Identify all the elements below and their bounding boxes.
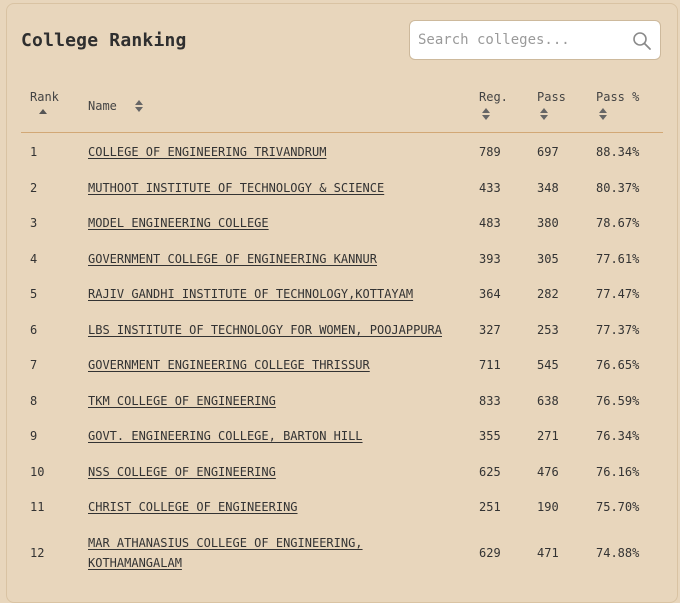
reg-cell: 625	[479, 465, 501, 479]
ranking-panel: College Ranking Rank Name Reg.	[6, 3, 678, 603]
name-cell: MODEL ENGINEERING COLLEGE	[88, 213, 468, 233]
sort-ascending-icon	[39, 109, 47, 114]
college-link[interactable]: MAR ATHANASIUS COLLEGE OF ENGINEERING, K…	[88, 536, 363, 570]
college-link[interactable]: GOVERNMENT COLLEGE OF ENGINEERING KANNUR	[88, 252, 377, 266]
column-header-label: Reg.	[479, 90, 508, 104]
column-header-label: Pass %	[596, 90, 640, 104]
pass-pct-cell: 76.34%	[596, 429, 640, 443]
search-icon[interactable]	[632, 31, 652, 51]
pass-pct-cell: 77.47%	[596, 287, 640, 301]
college-link[interactable]: NSS COLLEGE OF ENGINEERING	[88, 465, 276, 479]
search-input[interactable]	[418, 21, 628, 59]
reg-cell: 833	[479, 394, 501, 408]
pass-cell: 476	[537, 465, 559, 479]
rank-cell: 12	[30, 546, 45, 560]
reg-cell: 483	[479, 216, 501, 230]
reg-cell: 789	[479, 145, 501, 159]
rank-cell: 5	[30, 287, 38, 301]
column-header-label: Rank	[30, 90, 59, 104]
pass-cell: 697	[537, 145, 559, 159]
name-cell: TKM COLLEGE OF ENGINEERING	[88, 391, 468, 411]
college-link[interactable]: MUTHOOT INSTITUTE OF TECHNOLOGY & SCIENC…	[88, 181, 384, 195]
pass-cell: 638	[537, 394, 559, 408]
pass-pct-cell: 78.67%	[596, 216, 640, 230]
name-cell: GOVERNMENT COLLEGE OF ENGINEERING KANNUR	[88, 249, 468, 269]
college-link[interactable]: GOVT. ENGINEERING COLLEGE, BARTON HILL	[88, 429, 363, 443]
name-cell: GOVT. ENGINEERING COLLEGE, BARTON HILL	[88, 426, 468, 446]
rank-cell: 3	[30, 216, 38, 230]
pass-pct-cell: 76.59%	[596, 394, 640, 408]
column-header-pass[interactable]: Pass	[537, 90, 566, 120]
rank-cell: 7	[30, 358, 38, 372]
reg-cell: 433	[479, 181, 501, 195]
pass-pct-cell: 77.61%	[596, 252, 640, 266]
pass-cell: 190	[537, 500, 559, 514]
sort-icon	[599, 108, 607, 120]
pass-cell: 282	[537, 287, 559, 301]
search-box[interactable]	[409, 20, 661, 60]
pass-cell: 305	[537, 252, 559, 266]
pass-cell: 348	[537, 181, 559, 195]
name-cell: MAR ATHANASIUS COLLEGE OF ENGINEERING, K…	[88, 533, 388, 573]
reg-cell: 327	[479, 323, 501, 337]
name-cell: RAJIV GANDHI INSTITUTE OF TECHNOLOGY,KOT…	[88, 284, 468, 304]
college-link[interactable]: MODEL ENGINEERING COLLEGE	[88, 216, 269, 230]
name-cell: LBS INSTITUTE OF TECHNOLOGY FOR WOMEN, P…	[88, 320, 468, 340]
pass-pct-cell: 76.65%	[596, 358, 640, 372]
pass-cell: 545	[537, 358, 559, 372]
name-cell: NSS COLLEGE OF ENGINEERING	[88, 462, 468, 482]
pass-cell: 471	[537, 546, 559, 560]
name-cell: CHRIST COLLEGE OF ENGINEERING	[88, 497, 468, 517]
pass-pct-cell: 88.34%	[596, 145, 640, 159]
rank-cell: 2	[30, 181, 38, 195]
sort-icon	[540, 108, 548, 120]
reg-cell: 393	[479, 252, 501, 266]
reg-cell: 364	[479, 287, 501, 301]
column-header-label: Pass	[537, 90, 566, 104]
pass-cell: 271	[537, 429, 559, 443]
college-link[interactable]: COLLEGE OF ENGINEERING TRIVANDRUM	[88, 145, 326, 159]
column-header-reg[interactable]: Reg.	[479, 90, 508, 120]
reg-cell: 355	[479, 429, 501, 443]
rank-cell: 11	[30, 500, 45, 514]
college-link[interactable]: TKM COLLEGE OF ENGINEERING	[88, 394, 276, 408]
college-link[interactable]: GOVERNMENT ENGINEERING COLLEGE THRISSUR	[88, 358, 370, 372]
rank-cell: 8	[30, 394, 38, 408]
column-header-pass-pct[interactable]: Pass %	[596, 90, 639, 120]
reg-cell: 711	[479, 358, 501, 372]
pass-pct-cell: 75.70%	[596, 500, 640, 514]
page-title: College Ranking	[21, 30, 187, 51]
pass-cell: 253	[537, 323, 559, 337]
rank-cell: 4	[30, 252, 38, 266]
reg-cell: 629	[479, 546, 501, 560]
college-link[interactable]: LBS INSTITUTE OF TECHNOLOGY FOR WOMEN, P…	[88, 323, 442, 337]
name-cell: MUTHOOT INSTITUTE OF TECHNOLOGY & SCIENC…	[88, 178, 468, 198]
column-header-rank[interactable]: Rank	[30, 90, 59, 117]
rank-cell: 9	[30, 429, 38, 443]
name-cell: COLLEGE OF ENGINEERING TRIVANDRUM	[88, 142, 468, 162]
reg-cell: 251	[479, 500, 501, 514]
table-header: Rank Name Reg. Pass Pass %	[21, 82, 663, 133]
pass-pct-cell: 74.88%	[596, 546, 640, 560]
column-header-name[interactable]: Name	[88, 99, 144, 113]
rank-cell: 1	[30, 145, 38, 159]
pass-pct-cell: 77.37%	[596, 323, 640, 337]
sort-icon	[135, 100, 144, 112]
pass-pct-cell: 80.37%	[596, 181, 640, 195]
name-cell: GOVERNMENT ENGINEERING COLLEGE THRISSUR	[88, 355, 468, 375]
college-link[interactable]: CHRIST COLLEGE OF ENGINEERING	[88, 500, 298, 514]
column-header-label: Name	[88, 99, 117, 113]
college-link[interactable]: RAJIV GANDHI INSTITUTE OF TECHNOLOGY,KOT…	[88, 287, 413, 301]
rank-cell: 10	[30, 465, 45, 479]
sort-icon	[482, 108, 490, 120]
rank-cell: 6	[30, 323, 38, 337]
pass-cell: 380	[537, 216, 559, 230]
pass-pct-cell: 76.16%	[596, 465, 640, 479]
